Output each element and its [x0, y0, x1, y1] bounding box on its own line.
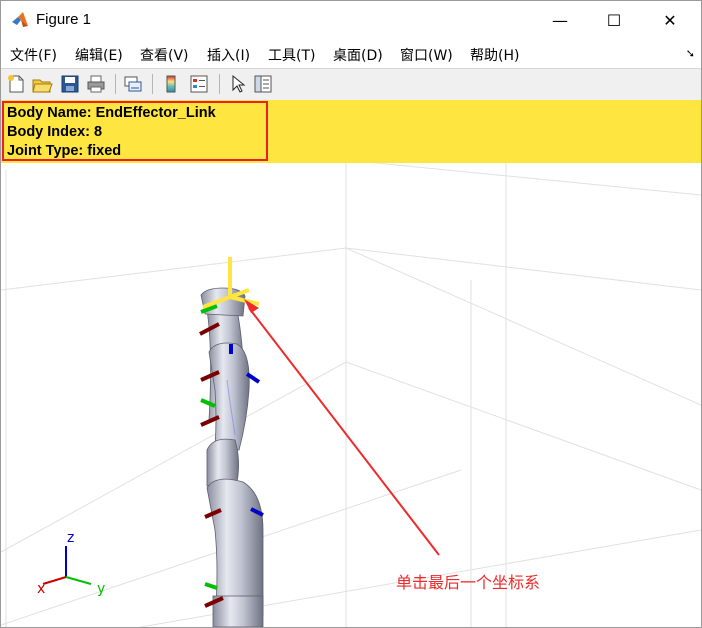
- menu-help[interactable]: 帮助(H): [470, 45, 519, 65]
- highlight-box: Body Name: EndEffector_Link Body Index: …: [2, 101, 268, 161]
- close-button[interactable]: ✕: [643, 1, 697, 39]
- figure-window: Figure 1 — ☐ ✕ 文件(F) 编辑(E) 查看(V) 插入(I) 工…: [0, 0, 702, 628]
- toolbar-separator: [219, 74, 220, 94]
- triad-x-label: x: [37, 581, 46, 597]
- title-bar[interactable]: Figure 1 — ☐ ✕: [1, 1, 701, 39]
- window-title: Figure 1: [36, 11, 92, 28]
- toolbar-separator: [152, 74, 153, 94]
- save-icon[interactable]: [59, 73, 81, 95]
- print-icon[interactable]: [85, 73, 107, 95]
- triad-z-label: z: [67, 530, 75, 546]
- menu-edit[interactable]: 编辑(E): [75, 45, 123, 65]
- menu-tools[interactable]: 工具(T): [268, 45, 315, 65]
- axes-canvas[interactable]: [1, 100, 701, 627]
- insert-colorbar-icon[interactable]: [160, 73, 182, 95]
- annotation-text: 单击最后一个坐标系: [396, 573, 541, 592]
- plot-area[interactable]: z y x Body Name: EndEffector_Link Body I…: [1, 100, 701, 627]
- toolbar-separator: [115, 74, 116, 94]
- axes-triad: [42, 546, 92, 585]
- triad-y-label: y: [97, 581, 106, 597]
- insert-legend-icon[interactable]: [188, 73, 210, 95]
- maximize-button[interactable]: ☐: [587, 1, 641, 39]
- property-inspector-icon[interactable]: [252, 73, 274, 95]
- link-plot-icon[interactable]: [122, 73, 144, 95]
- grid-lines: [1, 159, 701, 627]
- figure-toolbar: [1, 68, 701, 101]
- robot-arm[interactable]: [200, 287, 264, 627]
- matlab-logo-icon: [12, 12, 28, 27]
- menu-window[interactable]: 窗口(W): [400, 45, 453, 65]
- pointer-icon[interactable]: [226, 73, 248, 95]
- menu-insert[interactable]: 插入(I): [207, 45, 250, 65]
- info-banner: Body Name: EndEffector_Link Body Index: …: [1, 100, 701, 163]
- menu-bar: 文件(F) 编辑(E) 查看(V) 插入(I) 工具(T) 桌面(D) 窗口(W…: [1, 41, 701, 67]
- open-file-icon[interactable]: [31, 73, 53, 95]
- menu-view[interactable]: 查看(V): [140, 45, 189, 65]
- new-figure-icon[interactable]: [5, 73, 27, 95]
- menu-file[interactable]: 文件(F): [10, 45, 57, 65]
- body-name-text: Body Name: EndEffector_Link: [7, 105, 216, 121]
- minimize-button[interactable]: —: [533, 1, 587, 39]
- menu-desktop[interactable]: 桌面(D): [333, 45, 383, 65]
- joint-type-text: Joint Type: fixed: [7, 143, 122, 159]
- body-index-text: Body Index: 8: [7, 124, 103, 140]
- dock-arrow-icon[interactable]: ➘: [686, 47, 695, 60]
- annotation-arrow: [244, 299, 440, 556]
